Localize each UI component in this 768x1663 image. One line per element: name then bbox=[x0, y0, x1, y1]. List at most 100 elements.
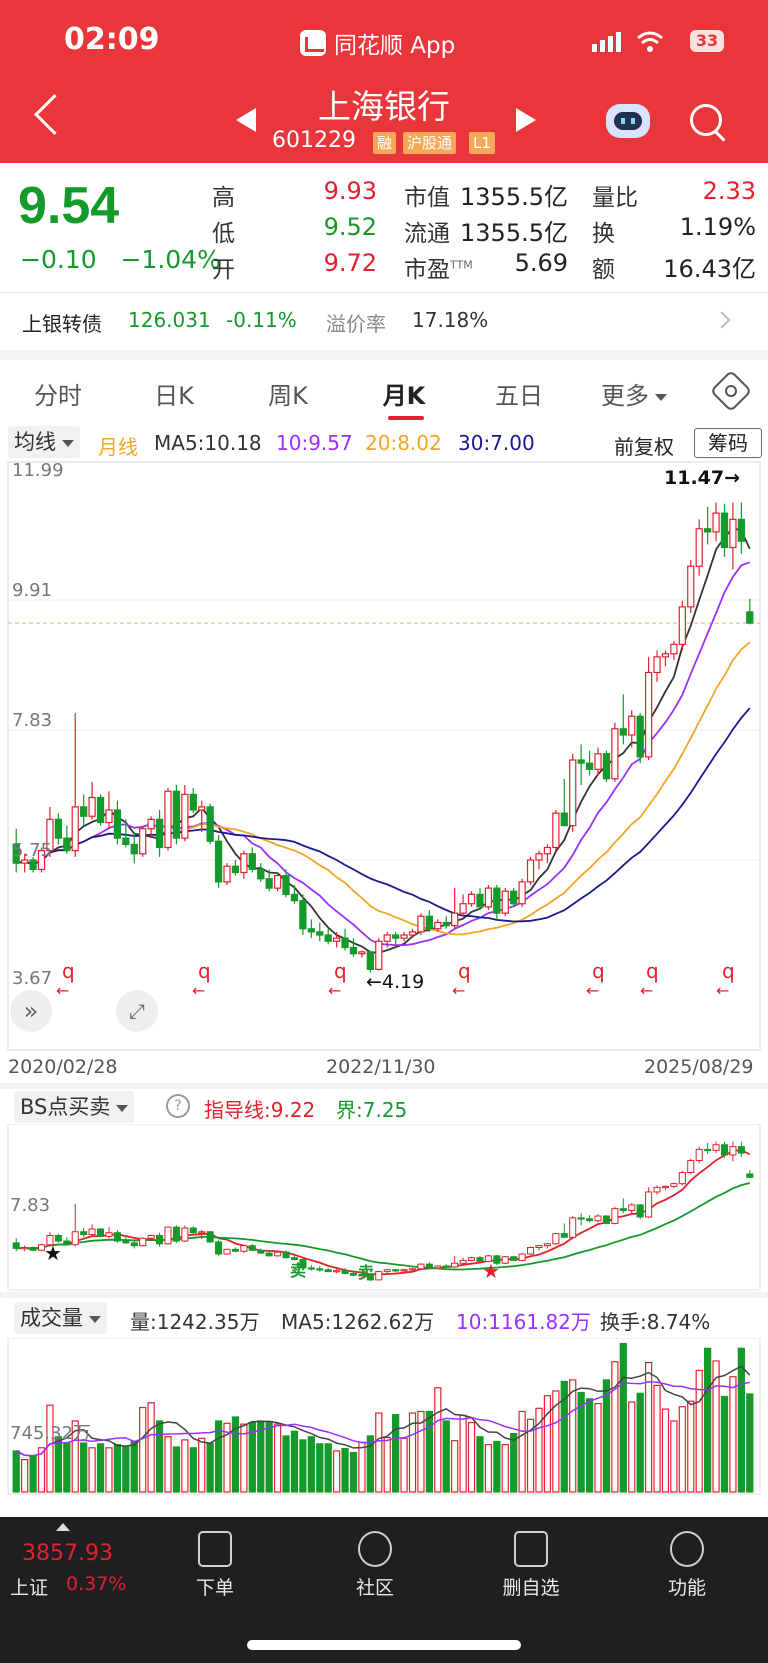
index-value[interactable]: 3857.93 bbox=[22, 1541, 113, 1566]
kline-y-label: 11.99 bbox=[12, 460, 64, 481]
candle-body bbox=[257, 868, 265, 880]
ma20-legend: 20:8.02 bbox=[365, 431, 442, 455]
volume-bar bbox=[155, 1420, 164, 1493]
volume-bar bbox=[105, 1447, 113, 1493]
ma5-legend: MA5:10.18 bbox=[154, 431, 262, 455]
kline-y-label: 3.67 bbox=[12, 968, 52, 989]
buy-signal-star-icon: ★ bbox=[44, 1241, 62, 1265]
candle-body bbox=[130, 843, 138, 855]
candle-body bbox=[619, 728, 627, 736]
candle-body bbox=[324, 934, 332, 942]
fullscreen-icon[interactable]: ⤢ bbox=[116, 990, 158, 1032]
volume-bar bbox=[96, 1443, 105, 1493]
bs-candle-body bbox=[12, 1242, 20, 1249]
tab-intraday[interactable]: 分时 bbox=[13, 376, 103, 411]
bs-candle-body bbox=[510, 1256, 518, 1261]
volume-bar bbox=[510, 1432, 518, 1493]
tab-monthly-k[interactable]: 月K bbox=[359, 376, 449, 411]
candle-body bbox=[569, 759, 577, 827]
volume-bar bbox=[21, 1459, 29, 1493]
volume-bar bbox=[265, 1421, 273, 1493]
volume-bar bbox=[594, 1402, 602, 1493]
bs-candle-body bbox=[333, 1270, 341, 1273]
bs-candle-body bbox=[240, 1245, 248, 1252]
event-arrow-icon: ← bbox=[716, 981, 729, 1000]
bs-candle-body bbox=[535, 1245, 543, 1249]
high-value: 9.93 bbox=[323, 177, 377, 205]
tab-weekly-k[interactable]: 周K bbox=[243, 376, 333, 411]
bs-candle-body bbox=[392, 1269, 400, 1272]
candle-body bbox=[602, 753, 611, 780]
tab-daily-k[interactable]: 日K bbox=[129, 376, 219, 411]
bs-candle-body bbox=[661, 1185, 670, 1189]
volume-bar bbox=[88, 1447, 96, 1493]
candle-body bbox=[729, 518, 737, 549]
bs-candle-body bbox=[467, 1257, 476, 1261]
bs-candle-body bbox=[341, 1270, 349, 1274]
search-icon[interactable] bbox=[690, 104, 722, 136]
event-marker: q bbox=[62, 959, 75, 983]
bs-candle-body bbox=[189, 1227, 197, 1234]
remove-watchlist-button[interactable]: 删自选 bbox=[476, 1517, 586, 1600]
bs-candle-body bbox=[586, 1218, 594, 1222]
function-button[interactable]: 功能 bbox=[632, 1517, 742, 1600]
candle-body bbox=[552, 812, 560, 849]
order-button[interactable]: 下单 bbox=[160, 1517, 270, 1600]
low-label: 低 bbox=[212, 221, 235, 247]
kline-chart[interactable]: 11.999.917.835.753.6711.47→←4.19q←q←q←q←… bbox=[0, 460, 768, 1080]
expand-left-icon[interactable]: » bbox=[10, 990, 52, 1032]
candle-body bbox=[63, 837, 71, 852]
bs-candle-body bbox=[594, 1215, 602, 1222]
home-indicator bbox=[247, 1640, 521, 1650]
volume-chart[interactable]: 745.32万 bbox=[0, 1338, 768, 1496]
turnover-label: 换 bbox=[592, 221, 615, 247]
tab-more[interactable]: 更多 bbox=[589, 376, 679, 411]
indicator-selector[interactable]: 均线 bbox=[8, 426, 80, 458]
volume-bar bbox=[383, 1436, 391, 1493]
bs-candle-body bbox=[653, 1186, 661, 1193]
help-icon[interactable]: ? bbox=[166, 1094, 190, 1118]
candle-body bbox=[316, 931, 324, 936]
bs-candle-body bbox=[21, 1247, 29, 1250]
tab-five-day[interactable]: 五日 bbox=[474, 376, 564, 411]
sell-signal-label: 卖 bbox=[290, 1261, 306, 1280]
premium-label: 溢价率 bbox=[326, 312, 386, 336]
community-button[interactable]: 社区 bbox=[320, 1517, 430, 1600]
candle-body bbox=[122, 837, 130, 845]
candle-body bbox=[560, 812, 568, 827]
bs-selector[interactable]: BS点买卖 bbox=[14, 1091, 135, 1123]
volume-bar bbox=[400, 1437, 408, 1493]
event-arrow-icon: ← bbox=[640, 981, 653, 1000]
bs-candle-body bbox=[712, 1144, 720, 1151]
index-pct: 0.37% bbox=[66, 1573, 127, 1595]
bs-candle-body bbox=[122, 1240, 130, 1244]
bs-candle-body bbox=[619, 1208, 627, 1211]
next-stock-button[interactable] bbox=[516, 108, 536, 132]
chart-settings-icon[interactable] bbox=[709, 369, 753, 413]
candle-body bbox=[231, 865, 240, 874]
convertible-bond-row[interactable]: 上银转债 126.031 -0.11% 溢价率 17.18% bbox=[0, 292, 768, 348]
prev-stock-button[interactable] bbox=[236, 108, 256, 132]
bs-candle-body bbox=[231, 1248, 239, 1252]
assistant-robot-icon[interactable] bbox=[606, 104, 650, 138]
bs-candle-body bbox=[746, 1173, 754, 1178]
volume-selector[interactable]: 成交量 bbox=[14, 1302, 107, 1334]
volume-bar bbox=[729, 1376, 737, 1493]
bond-label: 上银转债 bbox=[22, 312, 102, 336]
adjust-mode[interactable]: 前复权 bbox=[614, 431, 674, 460]
chip-distribution-button[interactable]: 筹码 bbox=[694, 428, 762, 458]
remove-watchlist-icon bbox=[514, 1531, 548, 1567]
bs-candle-body bbox=[518, 1253, 526, 1261]
event-arrow-icon: ← bbox=[328, 981, 341, 1000]
sell-signal-label: 卖 bbox=[358, 1263, 374, 1282]
volume-bar bbox=[569, 1379, 577, 1493]
volume-ratio-value: 2.33 bbox=[702, 177, 756, 205]
event-arrow-icon: ← bbox=[452, 981, 465, 1000]
volume-bar bbox=[636, 1392, 644, 1493]
stock-name: 上海银行 bbox=[318, 87, 450, 126]
volume-bar bbox=[172, 1446, 181, 1493]
mcap-value: 1355.5亿 bbox=[460, 183, 568, 211]
bs-chart[interactable]: 7.83 ★ ★ 卖 卖 bbox=[0, 1124, 768, 1292]
bs-candle-body bbox=[282, 1251, 290, 1259]
volume-bar bbox=[316, 1443, 324, 1493]
